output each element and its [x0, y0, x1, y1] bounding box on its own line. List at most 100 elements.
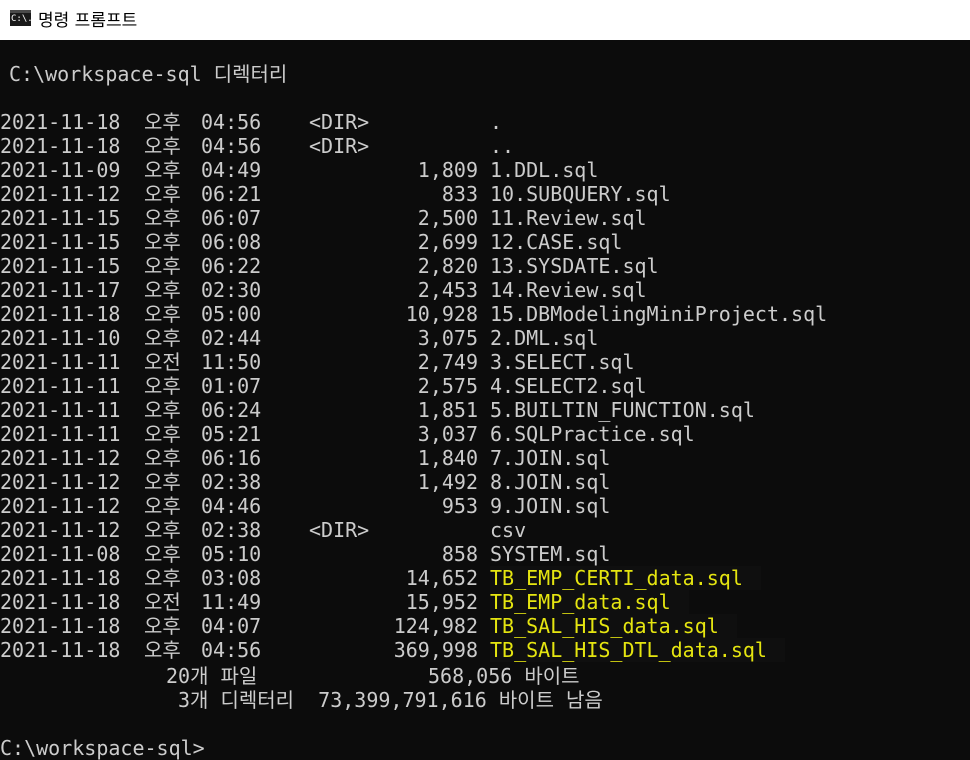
summary-files-count: 20개 파일 [166, 664, 258, 688]
directory-entry: 2021-11-09 오후 04:49 1,809 1.DDL.sql [0, 158, 970, 182]
entry-name: 2.DML.sql [490, 326, 599, 350]
entry-name: 3.SELECT.sql [490, 350, 635, 374]
entry-size: 2,820 [417, 254, 478, 278]
entry-date: 2021-11-11 [0, 374, 121, 398]
entry-size: 2,453 [417, 278, 478, 302]
entry-size: 2,749 [417, 350, 478, 374]
directory-entry: 2021-11-11 오전 11:50 2,749 3.SELECT.sql [0, 350, 970, 374]
entry-name: 6.SQLPractice.sql [490, 422, 695, 446]
entry-size: 3,037 [417, 422, 478, 446]
entry-size: 1,492 [417, 470, 478, 494]
entry-size: 1,809 [417, 158, 478, 182]
entry-date: 2021-11-12 [0, 494, 121, 518]
directory-entry: 2021-11-18 오후 04:56 369,998 TB_SAL_HIS_DTL_d… [0, 638, 970, 662]
entry-date: 2021-11-08 [0, 542, 121, 566]
entry-name: . [490, 110, 503, 134]
title-bar: C:\. 명령 프롬프트 [0, 0, 970, 40]
entry-date: 2021-11-11 [0, 350, 121, 374]
entry-name: 9.JOIN.sql [490, 494, 611, 518]
entry-size: 14,652 [405, 566, 478, 590]
entry-time: 04:07 [201, 614, 262, 638]
entry-size: 833 [441, 182, 478, 206]
directory-entry: 2021-11-18 오전 11:49 15,952 TB_EMP_data.sql [0, 590, 970, 614]
entry-time: 02:38 [201, 518, 262, 542]
entry-name: csv [490, 518, 527, 542]
entry-time: 04:46 [201, 494, 262, 518]
entry-name: 7.JOIN.sql [490, 446, 611, 470]
directory-entry: 2021-11-10 오후 02:44 3,075 2.DML.sql [0, 326, 970, 350]
directory-entry: 2021-11-11 오후 06:24 1,851 5.BUILTIN_FUNCTION… [0, 398, 970, 422]
entry-size: 1,851 [417, 398, 478, 422]
command-prompt[interactable]: C:\workspace-sql> [0, 736, 215, 760]
entry-date: 2021-11-18 [0, 302, 121, 326]
directory-entry: 2021-11-18 오후 05:00 10,928 15.DBModelingMini… [0, 302, 970, 326]
entry-date: 2021-11-11 [0, 422, 121, 446]
entry-name: 14.Review.sql [490, 278, 647, 302]
entry-name: 5.BUILTIN_FUNCTION.sql [490, 398, 755, 422]
entry-time: 04:56 [201, 638, 262, 662]
entry-name: TB_SAL_HIS_data.sql [490, 614, 737, 638]
entry-time: 11:50 [201, 350, 262, 374]
directory-header: C:\workspace-sql 디렉터리 [9, 62, 288, 86]
directory-entry: 2021-11-15 오후 06:07 2,500 11.Review.sql [0, 206, 970, 230]
entry-ampm: 오후 [144, 326, 181, 350]
entry-size: 2,500 [417, 206, 478, 230]
entry-time: 06:08 [201, 230, 262, 254]
entry-name: 10.SUBQUERY.sql [490, 182, 671, 206]
entry-ampm: 오전 [144, 350, 181, 374]
directory-entry: 2021-11-08 오후 05:10 858 SYSTEM.sql [0, 542, 970, 566]
entry-size: 2,575 [417, 374, 478, 398]
entry-size: 953 [441, 494, 478, 518]
directory-entry: 2021-11-18 오후 03:08 14,652 TB_EMP_CERTI_data… [0, 566, 970, 590]
entry-ampm: 오후 [144, 542, 181, 566]
entry-ampm: 오후 [144, 398, 181, 422]
directory-entry: 2021-11-15 오후 06:22 2,820 13.SYSDATE.sql [0, 254, 970, 278]
entry-dir-marker: <DIR> [309, 518, 370, 542]
directory-entry: 2021-11-18 오후 04:56 <DIR>. [0, 110, 970, 134]
entry-name: 11.Review.sql [490, 206, 647, 230]
entry-time: 06:21 [201, 182, 262, 206]
entry-size: 15,952 [405, 590, 478, 614]
entry-size: 124,982 [393, 614, 478, 638]
entry-time: 01:07 [201, 374, 262, 398]
entry-size: 2,699 [417, 230, 478, 254]
entry-date: 2021-11-17 [0, 278, 121, 302]
entry-name: .. [490, 134, 515, 158]
entry-time: 06:07 [201, 206, 262, 230]
directory-entry: 2021-11-12 오후 06:21 833 10.SUBQUERY.sql [0, 182, 970, 206]
entry-date: 2021-11-18 [0, 110, 121, 134]
entry-dir-marker: <DIR> [309, 110, 370, 134]
entry-size: 1,840 [417, 446, 478, 470]
directory-entry: 2021-11-15 오후 06:08 2,699 12.CASE.sql [0, 230, 970, 254]
entry-date: 2021-11-18 [0, 134, 121, 158]
directory-entry: 2021-11-18 오후 04:56 <DIR>.. [0, 134, 970, 158]
directory-entry: 2021-11-12 오후 06:16 1,840 7.JOIN.sql [0, 446, 970, 470]
entry-date: 2021-11-18 [0, 638, 121, 662]
entry-ampm: 오후 [144, 470, 181, 494]
window-title: 명령 프롬프트 [38, 11, 138, 31]
entry-time: 06:22 [201, 254, 262, 278]
summary-directories: 3개 디렉터리 73,399,791,616 바이트 남음 [178, 688, 603, 712]
entry-date: 2021-11-12 [0, 182, 121, 206]
entry-name: 8.JOIN.sql [490, 470, 611, 494]
entry-name: TB_EMP_data.sql [490, 590, 689, 614]
entry-time: 02:30 [201, 278, 262, 302]
entry-time: 05:00 [201, 302, 262, 326]
entry-ampm: 오후 [144, 230, 181, 254]
console-output[interactable]: C:\workspace-sql 디렉터리 2021-11-18 오후 04:56 <… [0, 40, 970, 760]
entry-ampm: 오후 [144, 422, 181, 446]
cmd-icon: C:\. [10, 10, 33, 26]
entry-dir-marker: <DIR> [309, 134, 370, 158]
directory-entry: 2021-11-18 오후 04:07 124,982 TB_SAL_HIS_data.… [0, 614, 970, 638]
entry-ampm: 오후 [144, 518, 181, 542]
entry-name: 13.SYSDATE.sql [490, 254, 659, 278]
entry-ampm: 오후 [144, 206, 181, 230]
entry-ampm: 오후 [144, 638, 181, 662]
entry-time: 02:44 [201, 326, 262, 350]
entry-date: 2021-11-18 [0, 614, 121, 638]
entry-ampm: 오후 [144, 110, 181, 134]
directory-entry: 2021-11-12 오후 02:38 1,492 8.JOIN.sql [0, 470, 970, 494]
summary-files-bytes: 568,056 바이트 [428, 664, 580, 688]
entry-date: 2021-11-12 [0, 470, 121, 494]
directory-entry: 2021-11-11 오후 01:07 2,575 4.SELECT2.sql [0, 374, 970, 398]
